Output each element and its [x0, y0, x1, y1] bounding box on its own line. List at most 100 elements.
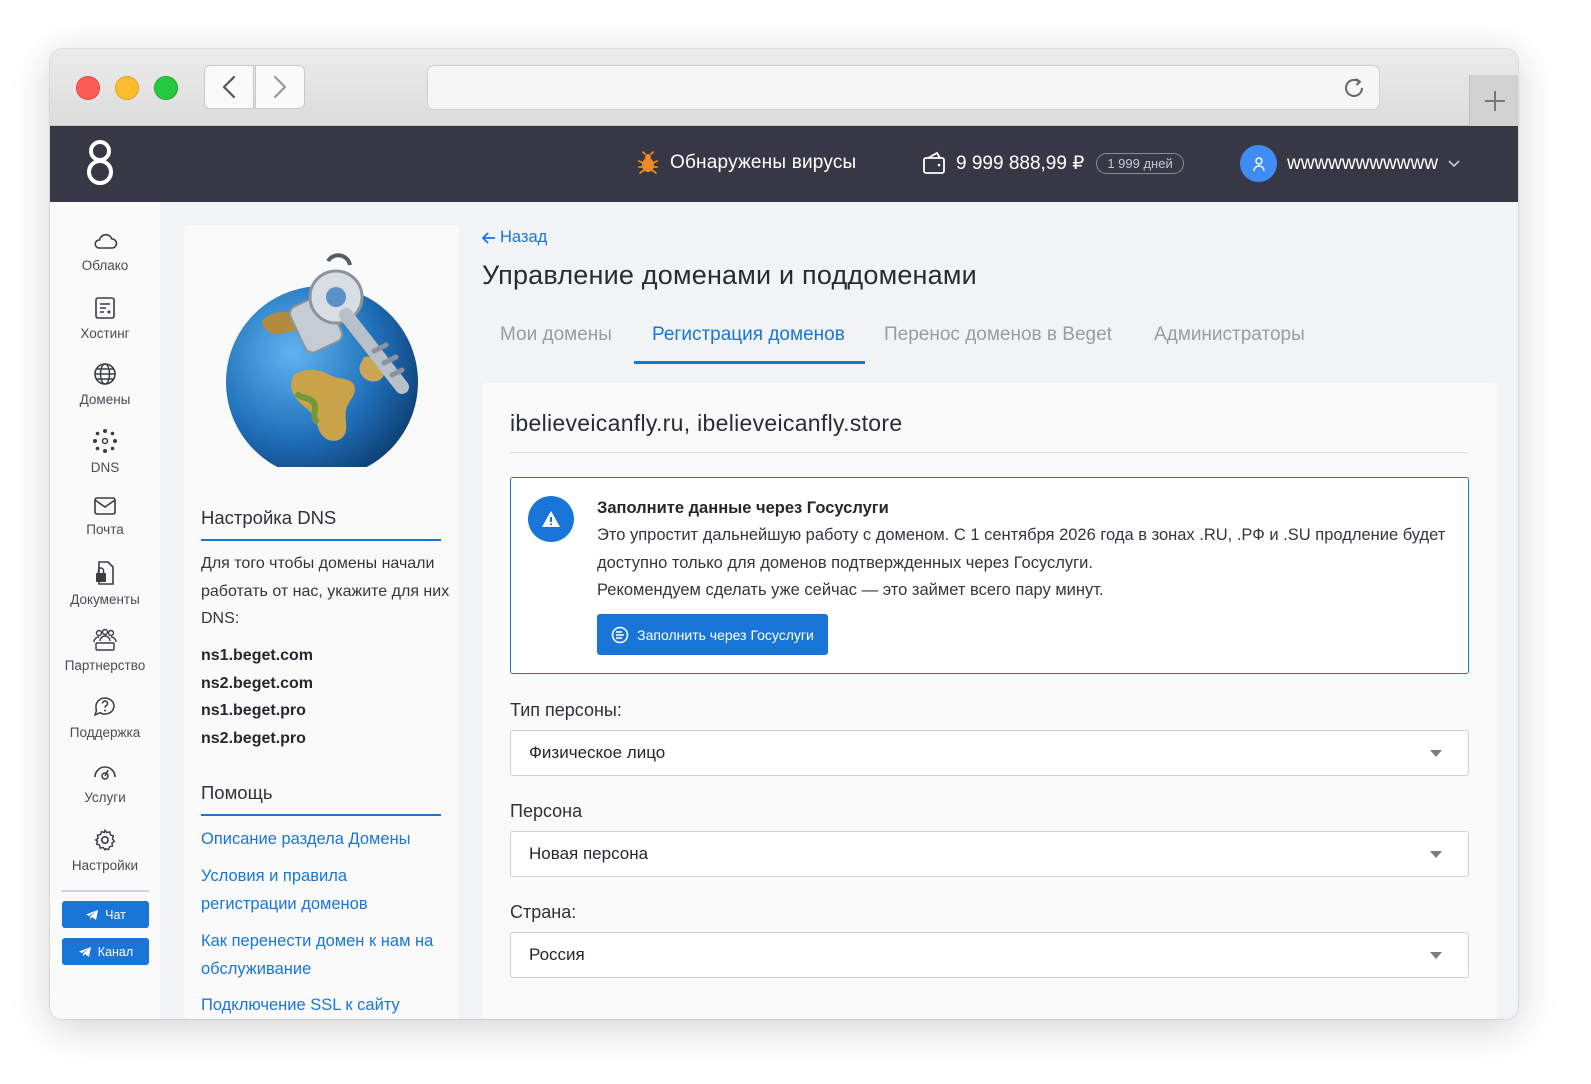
sidebar-item-hosting[interactable]: Хостинг	[50, 296, 160, 341]
country-value: Россия	[529, 945, 585, 964]
user-menu[interactable]: wwwwwwwwwww	[1240, 145, 1460, 182]
nameserver: ns2.beget.com	[201, 675, 314, 692]
gear-icon	[94, 829, 116, 851]
person-value: Новая персона	[529, 844, 649, 863]
plus-icon	[1484, 90, 1505, 111]
dns-section-underline	[201, 539, 441, 541]
username: wwwwwwwwwww	[1287, 152, 1438, 174]
country-select[interactable]: Россия	[510, 932, 1469, 978]
nameserver: ns2.beget.pro	[201, 730, 306, 747]
caret-down-icon	[1430, 750, 1442, 757]
beget-logo[interactable]	[84, 138, 116, 193]
tab-my-domains[interactable]: Мои домены	[500, 324, 612, 346]
info-panel: Настройка DNS Для того чтобы домены нача…	[184, 225, 459, 1019]
sidebar-item-dns[interactable]: DNS	[50, 428, 160, 475]
browser-forward-button[interactable]	[255, 65, 305, 109]
balance-amount: 9 999 888,99 ₽	[956, 152, 1085, 174]
gosuslugi-button-label: Заполнить через Госуслуги	[637, 626, 814, 643]
back-link[interactable]: Назад	[482, 228, 547, 247]
close-window-button[interactable]	[76, 76, 100, 100]
sidebar-item-services[interactable]: Услуги	[50, 762, 160, 805]
sidebar-item-label: Партнерство	[64, 658, 146, 673]
back-label: Назад	[500, 228, 548, 246]
days-badge: 1 999 дней	[1096, 152, 1184, 174]
sidebar-item-label: DNS	[90, 460, 120, 475]
sidebar-item-label: Почта	[86, 522, 124, 537]
bug-icon	[638, 151, 658, 174]
partners-icon	[93, 628, 117, 651]
sidebar-item-label: Настройки	[71, 858, 139, 873]
chevron-down-icon	[1448, 159, 1460, 167]
sidebar-item-settings[interactable]: Настройки	[50, 828, 160, 873]
caret-down-icon	[1430, 952, 1442, 959]
alert-text: Это упростит дальнейшую работу с доменом…	[597, 522, 1447, 605]
chevron-right-icon	[273, 75, 287, 99]
help-link[interactable]: Описание раздела Домены	[201, 825, 446, 853]
sidebar-item-domains[interactable]: Домены	[50, 362, 160, 407]
server-icon	[95, 297, 115, 319]
sidebar-item-label: Хостинг	[80, 326, 130, 341]
gosuslugi-alert: Заполните данные через Госуслуги Это упр…	[510, 477, 1469, 674]
logo-icon	[87, 140, 113, 185]
user-icon	[1252, 156, 1265, 171]
new-tab-button[interactable]	[1469, 75, 1518, 126]
virus-text: Обнаружены вирусы	[670, 152, 857, 173]
sidebar-item-support[interactable]: Поддержка	[50, 695, 160, 740]
address-bar[interactable]	[427, 65, 1380, 110]
tab-domain-registration[interactable]: Регистрация доменов	[652, 324, 845, 346]
sidebar-item-mail[interactable]: Почта	[50, 496, 160, 537]
dns-description: Для того чтобы домены начали работать от…	[201, 555, 450, 627]
alert-text-body: Это упростит дальнейшую работу с доменом…	[597, 526, 1446, 572]
person-type-select[interactable]: Физическое лицо	[510, 730, 1469, 776]
globe-icon	[94, 363, 116, 385]
sidebar-item-label: Поддержка	[69, 725, 141, 740]
tab-administrators[interactable]: Администраторы	[1154, 324, 1305, 346]
sidebar: Облако Хостинг Домены DNS Почта Документ…	[50, 202, 160, 1019]
gosuslugi-button[interactable]: Заполнить через Госуслуги	[597, 614, 828, 655]
virus-alert[interactable]: Обнаружены вирусы	[636, 151, 856, 175]
help-section-title: Помощь	[201, 782, 273, 803]
services-icon	[94, 766, 116, 780]
minimize-window-button[interactable]	[115, 76, 139, 100]
reload-icon[interactable]	[1341, 75, 1367, 101]
sidebar-item-label: Домены	[79, 392, 131, 407]
sidebar-item-cloud[interactable]: Облако	[50, 230, 160, 273]
alert-title: Заполните данные через Госуслуги	[597, 499, 889, 517]
telegram-icon	[86, 909, 99, 920]
wallet-icon	[923, 151, 945, 174]
sidebar-item-partnership[interactable]: Партнерство	[50, 628, 160, 673]
sidebar-item-label: Услуги	[84, 790, 126, 805]
maximize-window-button[interactable]	[154, 76, 178, 100]
globe-keys-illustration	[226, 253, 418, 467]
sidebar-item-documents[interactable]: Документы	[50, 560, 160, 607]
channel-button[interactable]: Канал	[62, 938, 149, 965]
document-icon	[96, 561, 114, 585]
nameserver: ns1.beget.com	[201, 647, 314, 664]
alert-text-recommendation: Рекомендуем сделать уже сейчас — это зай…	[597, 581, 1104, 599]
dns-section-title: Настройка DNS	[201, 507, 337, 528]
support-icon	[93, 697, 115, 717]
browser-back-button[interactable]	[204, 65, 254, 109]
channel-label: Канал	[97, 944, 134, 959]
chevron-left-icon	[222, 75, 236, 99]
help-link[interactable]: Как перенести домен к нам на обслуживани…	[201, 927, 446, 983]
browser-window: Обнаружены вирусы 9 999 888,99 ₽ 1 999 д…	[50, 49, 1518, 1019]
active-tab-indicator	[634, 361, 865, 364]
chat-label: Чат	[105, 907, 126, 922]
help-link[interactable]: Условия и правила регистрации доменов	[201, 862, 446, 918]
person-select[interactable]: Новая персона	[510, 831, 1469, 877]
gosuslugi-icon	[611, 626, 629, 643]
browser-toolbar	[50, 49, 1518, 126]
help-link[interactable]: Подключение SSL к сайту	[201, 991, 446, 1019]
tab-domain-transfer[interactable]: Перенос доменов в Beget	[884, 324, 1112, 346]
balance-widget[interactable]: 9 999 888,99 ₽ 1 999 дней	[922, 151, 1184, 175]
domain-names: ibelieveicanfly.ru, ibelieveicanfly.stor…	[510, 410, 903, 436]
divider	[510, 452, 1468, 453]
chat-button[interactable]: Чат	[62, 901, 149, 928]
avatar	[1240, 145, 1277, 182]
telegram-icon	[78, 946, 91, 957]
mail-icon	[94, 497, 116, 515]
app-header: Обнаружены вирусы 9 999 888,99 ₽ 1 999 д…	[50, 126, 1518, 202]
person-type-label: Тип персоны:	[510, 700, 622, 720]
page-title: Управление доменами и поддоменами	[482, 260, 977, 290]
